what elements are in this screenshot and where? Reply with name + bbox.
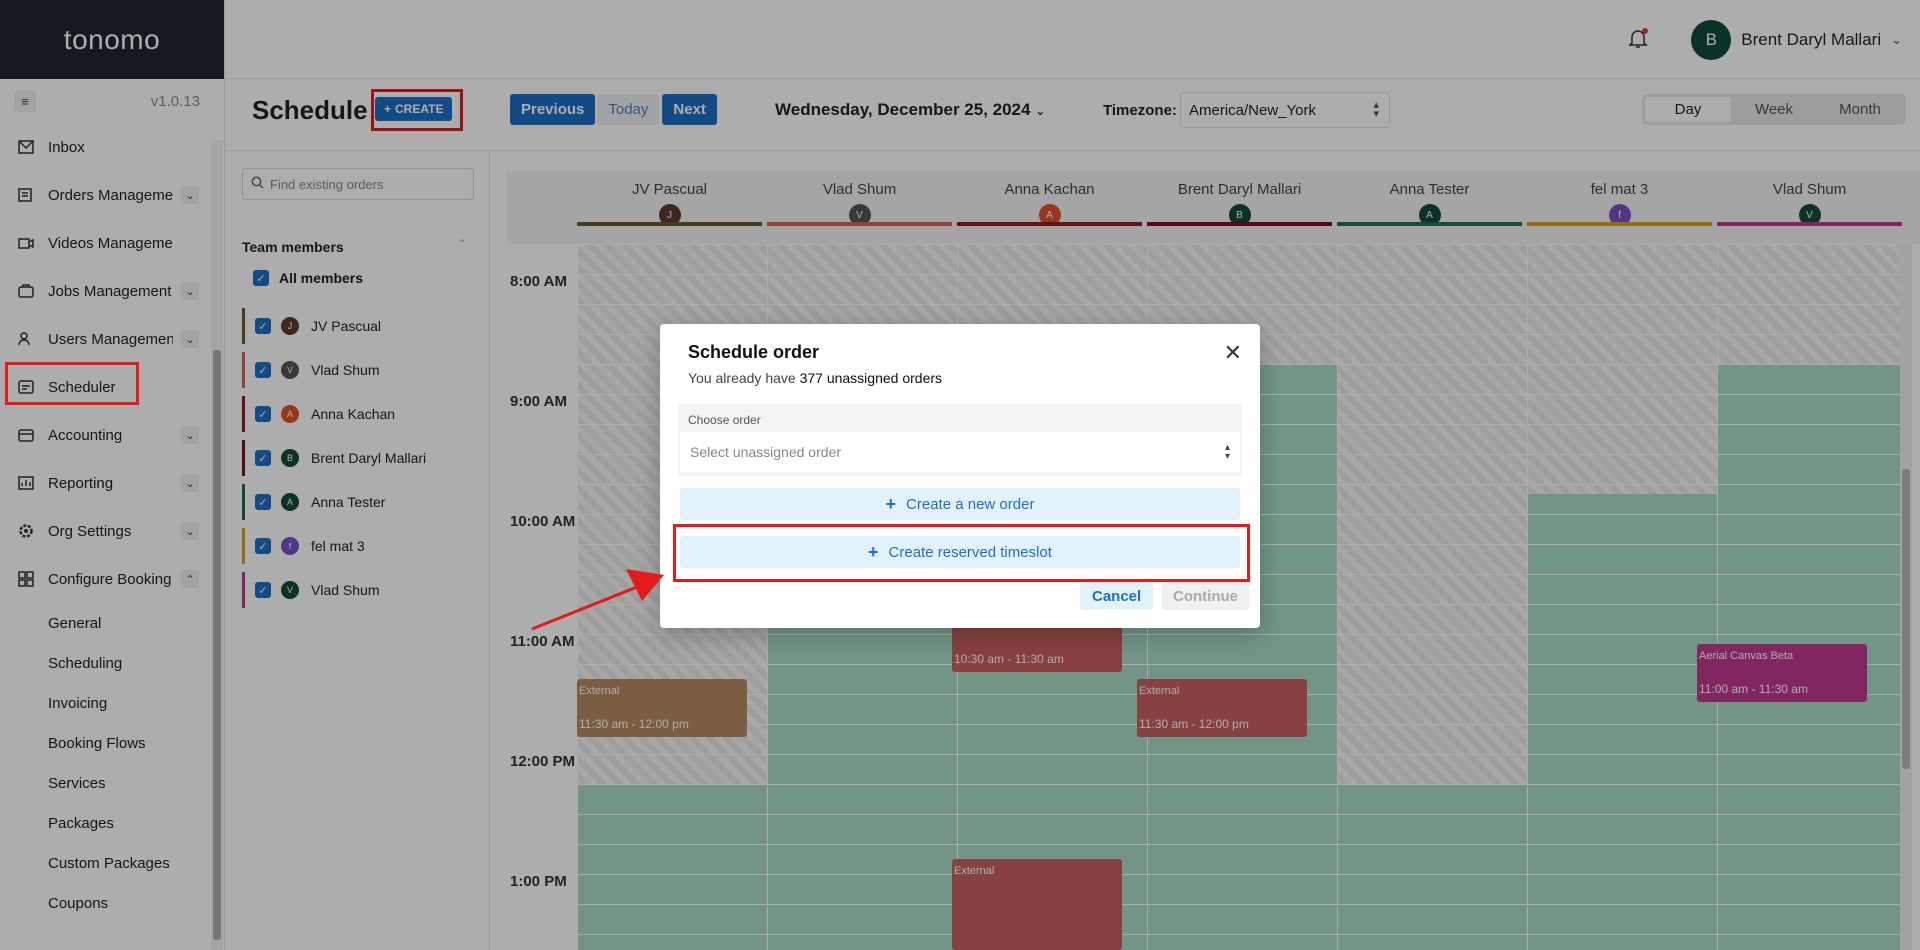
- choose-order-group: Choose order Select unassigned order ▴ ▾: [678, 404, 1242, 476]
- highlight-box-scheduler: [5, 362, 139, 405]
- schedule-order-modal: Schedule order You already have 377 unas…: [660, 324, 1260, 628]
- modal-title: Schedule order: [688, 342, 820, 362]
- cancel-button[interactable]: Cancel: [1080, 582, 1154, 610]
- highlight-box-reserved-timeslot: [673, 524, 1250, 582]
- modal-subtitle-prefix: You already have: [688, 370, 796, 386]
- close-icon[interactable]: ✕: [1224, 340, 1242, 366]
- plus-icon: +: [885, 493, 897, 514]
- select-arrows-icon: ▴ ▾: [1224, 442, 1230, 462]
- order-select[interactable]: Select unassigned order ▴ ▾: [680, 432, 1240, 472]
- modal-subtitle: You already have 377 unassigned orders: [688, 370, 942, 386]
- choose-order-label: Choose order: [688, 413, 761, 427]
- create-new-order-button[interactable]: + Create a new order: [680, 488, 1240, 520]
- continue-button[interactable]: Continue: [1162, 582, 1249, 610]
- unassigned-count: 377 unassigned orders: [799, 370, 943, 386]
- annotation-arrow-icon: [531, 569, 664, 631]
- order-select-placeholder: Select unassigned order: [690, 444, 841, 460]
- create-new-order-label: Create a new order: [906, 495, 1035, 513]
